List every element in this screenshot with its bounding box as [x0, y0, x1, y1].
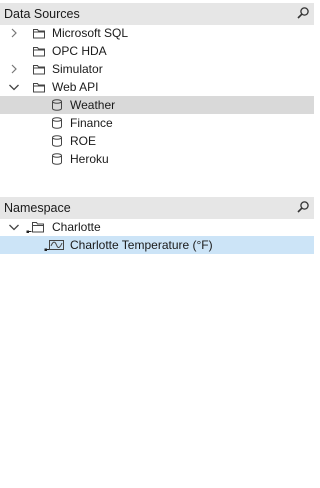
tree-item-label: Finance [70, 116, 113, 130]
namespace-title: Namespace [4, 201, 71, 215]
tree-item-microsoft-sql[interactable]: Microsoft SQL [0, 24, 314, 42]
database-icon [50, 152, 64, 166]
data-sources-title: Data Sources [4, 7, 80, 21]
chevron-right-icon[interactable] [8, 27, 20, 39]
tree-item-roe[interactable]: ROE [0, 132, 314, 150]
folder-icon [32, 80, 46, 94]
database-icon [50, 116, 64, 130]
tree-item-label: Charlotte Temperature (°F) [70, 238, 213, 252]
database-icon [50, 98, 64, 112]
folder-icon [32, 62, 46, 76]
tree-item-opc-hda[interactable]: OPC HDA [0, 42, 314, 60]
tree-item-label: Heroku [70, 152, 109, 166]
search-icon[interactable] [296, 200, 310, 214]
tree-item-label: Charlotte [52, 220, 101, 234]
data-sources-header: Data Sources [0, 3, 314, 25]
tree-item-weather[interactable]: Weather [0, 96, 314, 114]
tree-item-label: Simulator [52, 62, 103, 76]
tree-item-label: Weather [70, 98, 116, 112]
chevron-right-icon[interactable] [8, 63, 20, 75]
tree-item-finance[interactable]: Finance [0, 114, 314, 132]
tree-item-web-api[interactable]: Web API [0, 78, 314, 96]
tree-item-label: Microsoft SQL [52, 26, 129, 40]
database-icon [50, 134, 64, 148]
chevron-down-icon[interactable] [8, 221, 20, 233]
chevron-down-icon[interactable] [8, 81, 20, 93]
tree-item-simulator[interactable]: Simulator [0, 60, 314, 78]
folder-icon [32, 44, 46, 58]
folder-icon [32, 26, 46, 40]
search-icon[interactable] [296, 6, 310, 20]
tree-item-label: Web API [52, 80, 99, 94]
tree-item-charlotte-temperature[interactable]: Charlotte Temperature (°F) [0, 236, 314, 254]
tree-item-label: ROE [70, 134, 97, 148]
signal-icon [44, 238, 66, 252]
tree-item-charlotte[interactable]: Charlotte [0, 218, 314, 236]
folder-icon [26, 220, 46, 234]
namespace-header: Namespace [0, 197, 314, 219]
tree-item-label: OPC HDA [52, 44, 107, 58]
tree-item-heroku[interactable]: Heroku [0, 150, 314, 168]
